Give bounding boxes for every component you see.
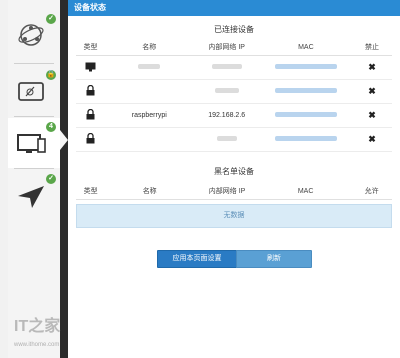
column-header: 内部网络 IP [193, 39, 260, 56]
table-header-row: 类型 名称 内部网络 IP MAC 禁止 [76, 39, 392, 56]
redacted-ip [214, 88, 239, 93]
blacklist-table: 类型 名称 内部网络 IP MAC 允许 [76, 183, 392, 200]
sidebar: ✓ 🔒 4 ✓ [8, 0, 61, 358]
table-row: raspberrypi 192.168.2.6 ✖ [76, 103, 392, 128]
column-header: 禁止 [351, 39, 392, 56]
column-header: 内部网络 IP [194, 183, 260, 200]
status-badge: ✓ [46, 174, 56, 184]
sidebar-item-network[interactable]: ✓ [8, 10, 60, 60]
redacted-mac [274, 112, 337, 117]
close-icon[interactable]: ✖ [368, 86, 376, 96]
panel-divider [60, 0, 68, 358]
devices-icon [17, 134, 46, 153]
table-row: ✖ [76, 79, 392, 104]
lock-icon [86, 84, 95, 96]
block-button[interactable]: ✖ [351, 79, 392, 104]
table-row: ✖ [76, 55, 392, 80]
block-button[interactable]: ✖ [351, 55, 392, 80]
pointer-arrow-icon [60, 130, 68, 150]
connected-devices-table: 类型 名称 内部网络 IP MAC 禁止 ✖ ✖ raspberrypi 192… [76, 39, 392, 152]
device-name: raspberrypi [104, 103, 194, 128]
close-icon[interactable]: ✖ [368, 134, 376, 144]
block-button[interactable]: ✖ [351, 103, 392, 128]
column-header: MAC [260, 183, 352, 200]
connected-devices-title: 已连接设备 [214, 25, 254, 34]
empty-state: 无数据 [76, 204, 392, 228]
redacted-name [138, 64, 161, 69]
lock-icon [86, 108, 95, 120]
block-button[interactable]: ✖ [351, 127, 392, 152]
apply-settings-button[interactable]: 应用本页面设置 [157, 250, 237, 268]
column-header: 名称 [105, 183, 195, 200]
table-row: ✖ [76, 127, 392, 152]
tablet-icon [18, 82, 44, 101]
status-badge: ✓ [46, 14, 56, 24]
sidebar-item-tablet[interactable]: 🔒 [8, 66, 60, 116]
redacted-mac [274, 64, 337, 69]
column-header: 允许 [351, 183, 392, 200]
column-header: 类型 [76, 39, 105, 56]
device-ip: 192.168.2.6 [193, 103, 260, 128]
column-header: 名称 [104, 39, 194, 56]
redacted-ip [216, 136, 237, 141]
redacted-mac [274, 88, 337, 93]
column-header: MAC [259, 39, 352, 56]
refresh-button[interactable]: 刷新 [236, 250, 312, 268]
desktop-icon [85, 62, 96, 71]
blacklist-title: 黑名单设备 [214, 167, 254, 176]
lock-badge: 🔒 [46, 70, 56, 80]
watermark-url: www.ithome.com [14, 342, 60, 348]
divider [14, 63, 54, 64]
close-icon[interactable]: ✖ [368, 110, 376, 120]
divider [14, 116, 54, 117]
column-header: 类型 [76, 183, 106, 200]
sidebar-item-devices[interactable]: 4 [8, 118, 60, 168]
send-icon [18, 186, 44, 208]
table-header-row: 类型 名称 内部网络 IP MAC 允许 [76, 183, 392, 200]
watermark-logo: IT之家 [14, 318, 61, 335]
network-globe-icon [18, 24, 44, 46]
page-title: 设备状态 [68, 0, 400, 16]
device-status-panel: 设备状态 已连接设备 类型 名称 内部网络 IP MAC 禁止 ✖ ✖ rasp… [68, 0, 400, 358]
device-count-badge: 4 [46, 122, 56, 132]
redacted-mac [274, 136, 337, 141]
sidebar-item-send[interactable]: ✓ [8, 170, 60, 220]
divider [14, 168, 54, 169]
redacted-ip [211, 64, 242, 69]
close-icon[interactable]: ✖ [368, 62, 376, 72]
lock-icon [86, 132, 95, 144]
